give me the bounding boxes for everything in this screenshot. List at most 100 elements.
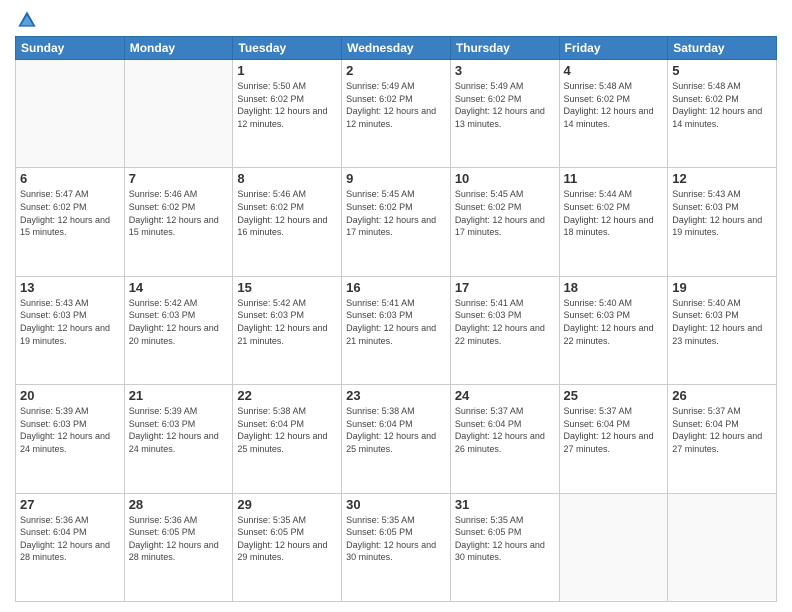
table-row bbox=[668, 493, 777, 601]
table-row: 5 Sunrise: 5:48 AM Sunset: 6:02 PM Daylig… bbox=[668, 60, 777, 168]
logo bbox=[15, 10, 37, 30]
calendar-week-3: 13 Sunrise: 5:43 AM Sunset: 6:03 PM Dayli… bbox=[16, 276, 777, 384]
table-row: 27 Sunrise: 5:36 AM Sunset: 6:04 PM Dayli… bbox=[16, 493, 125, 601]
day-number: 14 bbox=[129, 280, 229, 295]
day-info: Sunrise: 5:42 AM Sunset: 6:03 PM Dayligh… bbox=[237, 297, 337, 347]
table-row: 17 Sunrise: 5:41 AM Sunset: 6:03 PM Dayli… bbox=[450, 276, 559, 384]
day-number: 22 bbox=[237, 388, 337, 403]
header bbox=[15, 10, 777, 30]
day-number: 2 bbox=[346, 63, 446, 78]
table-row: 4Sunrise: 5:48 AM Sunset: 6:02 PM Daylig… bbox=[559, 60, 668, 168]
day-number: 31 bbox=[455, 497, 555, 512]
day-info: Sunrise: 5:45 AM Sunset: 6:02 PM Dayligh… bbox=[455, 188, 555, 238]
table-row bbox=[559, 493, 668, 601]
day-info: Sunrise: 5:38 AM Sunset: 6:04 PM Dayligh… bbox=[237, 405, 337, 455]
day-info: Sunrise: 5:49 AM Sunset: 6:02 PM Dayligh… bbox=[455, 80, 555, 130]
day-info: Sunrise: 5:38 AM Sunset: 6:04 PM Dayligh… bbox=[346, 405, 446, 455]
day-info: Sunrise: 5:50 AM Sunset: 6:02 PM Dayligh… bbox=[237, 80, 337, 130]
table-row: 12 Sunrise: 5:43 AM Sunset: 6:03 PM Dayli… bbox=[668, 168, 777, 276]
table-row: 8Sunrise: 5:46 AM Sunset: 6:02 PM Daylig… bbox=[233, 168, 342, 276]
day-number: 5 bbox=[672, 63, 772, 78]
day-info: Sunrise: 5:48 AM Sunset: 6:02 PM Dayligh… bbox=[564, 80, 664, 130]
table-row: 16 Sunrise: 5:41 AM Sunset: 6:03 PM Dayli… bbox=[342, 276, 451, 384]
table-row: 20 Sunrise: 5:39 AM Sunset: 6:03 PM Dayli… bbox=[16, 385, 125, 493]
day-number: 10 bbox=[455, 171, 555, 186]
day-number: 12 bbox=[672, 171, 772, 186]
table-row: 3Sunrise: 5:49 AM Sunset: 6:02 PM Daylig… bbox=[450, 60, 559, 168]
day-info: Sunrise: 5:40 AM Sunset: 6:03 PM Dayligh… bbox=[672, 297, 772, 347]
table-row: 9 Sunrise: 5:45 AM Sunset: 6:02 PM Daylig… bbox=[342, 168, 451, 276]
calendar-table: SundayMondayTuesdayWednesdayThursdayFrid… bbox=[15, 36, 777, 602]
weekday-header-saturday: Saturday bbox=[668, 37, 777, 60]
day-number: 6 bbox=[20, 171, 120, 186]
table-row: 26Sunrise: 5:37 AM Sunset: 6:04 PM Dayli… bbox=[668, 385, 777, 493]
day-info: Sunrise: 5:43 AM Sunset: 6:03 PM Dayligh… bbox=[20, 297, 120, 347]
day-number: 25 bbox=[564, 388, 664, 403]
table-row: 13 Sunrise: 5:43 AM Sunset: 6:03 PM Dayli… bbox=[16, 276, 125, 384]
day-number: 9 bbox=[346, 171, 446, 186]
table-row: 24Sunrise: 5:37 AM Sunset: 6:04 PM Dayli… bbox=[450, 385, 559, 493]
day-number: 23 bbox=[346, 388, 446, 403]
day-number: 20 bbox=[20, 388, 120, 403]
calendar-header: SundayMondayTuesdayWednesdayThursdayFrid… bbox=[16, 37, 777, 60]
day-number: 7 bbox=[129, 171, 229, 186]
day-number: 21 bbox=[129, 388, 229, 403]
table-row: 11 Sunrise: 5:44 AM Sunset: 6:02 PM Dayli… bbox=[559, 168, 668, 276]
day-info: Sunrise: 5:35 AM Sunset: 6:05 PM Dayligh… bbox=[346, 514, 446, 564]
day-info: Sunrise: 5:43 AM Sunset: 6:03 PM Dayligh… bbox=[672, 188, 772, 238]
day-number: 24 bbox=[455, 388, 555, 403]
calendar-body: 1 Sunrise: 5:50 AM Sunset: 6:02 PM Daylig… bbox=[16, 60, 777, 602]
calendar-week-1: 1 Sunrise: 5:50 AM Sunset: 6:02 PM Daylig… bbox=[16, 60, 777, 168]
table-row: 10 Sunrise: 5:45 AM Sunset: 6:02 PM Dayli… bbox=[450, 168, 559, 276]
page: SundayMondayTuesdayWednesdayThursdayFrid… bbox=[0, 0, 792, 612]
calendar-week-4: 20 Sunrise: 5:39 AM Sunset: 6:03 PM Dayli… bbox=[16, 385, 777, 493]
table-row: 30 Sunrise: 5:35 AM Sunset: 6:05 PM Dayli… bbox=[342, 493, 451, 601]
day-number: 29 bbox=[237, 497, 337, 512]
day-info: Sunrise: 5:48 AM Sunset: 6:02 PM Dayligh… bbox=[672, 80, 772, 130]
table-row: 6Sunrise: 5:47 AM Sunset: 6:02 PM Daylig… bbox=[16, 168, 125, 276]
table-row: 15Sunrise: 5:42 AM Sunset: 6:03 PM Dayli… bbox=[233, 276, 342, 384]
table-row: 28 Sunrise: 5:36 AM Sunset: 6:05 PM Dayli… bbox=[124, 493, 233, 601]
day-info: Sunrise: 5:42 AM Sunset: 6:03 PM Dayligh… bbox=[129, 297, 229, 347]
day-info: Sunrise: 5:41 AM Sunset: 6:03 PM Dayligh… bbox=[455, 297, 555, 347]
day-number: 17 bbox=[455, 280, 555, 295]
day-info: Sunrise: 5:44 AM Sunset: 6:02 PM Dayligh… bbox=[564, 188, 664, 238]
table-row: 1 Sunrise: 5:50 AM Sunset: 6:02 PM Daylig… bbox=[233, 60, 342, 168]
table-row: 18 Sunrise: 5:40 AM Sunset: 6:03 PM Dayli… bbox=[559, 276, 668, 384]
table-row bbox=[124, 60, 233, 168]
table-row: 21 Sunrise: 5:39 AM Sunset: 6:03 PM Dayli… bbox=[124, 385, 233, 493]
table-row: 7Sunrise: 5:46 AM Sunset: 6:02 PM Daylig… bbox=[124, 168, 233, 276]
day-info: Sunrise: 5:37 AM Sunset: 6:04 PM Dayligh… bbox=[564, 405, 664, 455]
day-info: Sunrise: 5:36 AM Sunset: 6:04 PM Dayligh… bbox=[20, 514, 120, 564]
table-row: 2Sunrise: 5:49 AM Sunset: 6:02 PM Daylig… bbox=[342, 60, 451, 168]
weekday-header-tuesday: Tuesday bbox=[233, 37, 342, 60]
day-number: 18 bbox=[564, 280, 664, 295]
table-row: 31 Sunrise: 5:35 AM Sunset: 6:05 PM Dayli… bbox=[450, 493, 559, 601]
table-row: 25 Sunrise: 5:37 AM Sunset: 6:04 PM Dayli… bbox=[559, 385, 668, 493]
day-info: Sunrise: 5:36 AM Sunset: 6:05 PM Dayligh… bbox=[129, 514, 229, 564]
weekday-header-thursday: Thursday bbox=[450, 37, 559, 60]
weekday-header-friday: Friday bbox=[559, 37, 668, 60]
day-number: 16 bbox=[346, 280, 446, 295]
day-info: Sunrise: 5:39 AM Sunset: 6:03 PM Dayligh… bbox=[20, 405, 120, 455]
day-info: Sunrise: 5:39 AM Sunset: 6:03 PM Dayligh… bbox=[129, 405, 229, 455]
weekday-header-monday: Monday bbox=[124, 37, 233, 60]
calendar-week-5: 27 Sunrise: 5:36 AM Sunset: 6:04 PM Dayli… bbox=[16, 493, 777, 601]
day-number: 28 bbox=[129, 497, 229, 512]
day-number: 13 bbox=[20, 280, 120, 295]
table-row: 29Sunrise: 5:35 AM Sunset: 6:05 PM Dayli… bbox=[233, 493, 342, 601]
weekday-header-sunday: Sunday bbox=[16, 37, 125, 60]
day-number: 1 bbox=[237, 63, 337, 78]
day-info: Sunrise: 5:40 AM Sunset: 6:03 PM Dayligh… bbox=[564, 297, 664, 347]
day-info: Sunrise: 5:41 AM Sunset: 6:03 PM Dayligh… bbox=[346, 297, 446, 347]
table-row: 14 Sunrise: 5:42 AM Sunset: 6:03 PM Dayli… bbox=[124, 276, 233, 384]
day-number: 30 bbox=[346, 497, 446, 512]
day-info: Sunrise: 5:35 AM Sunset: 6:05 PM Dayligh… bbox=[455, 514, 555, 564]
day-number: 27 bbox=[20, 497, 120, 512]
day-info: Sunrise: 5:37 AM Sunset: 6:04 PM Dayligh… bbox=[672, 405, 772, 455]
logo-icon bbox=[17, 10, 37, 30]
day-info: Sunrise: 5:45 AM Sunset: 6:02 PM Dayligh… bbox=[346, 188, 446, 238]
table-row: 23 Sunrise: 5:38 AM Sunset: 6:04 PM Dayli… bbox=[342, 385, 451, 493]
table-row bbox=[16, 60, 125, 168]
day-number: 11 bbox=[564, 171, 664, 186]
